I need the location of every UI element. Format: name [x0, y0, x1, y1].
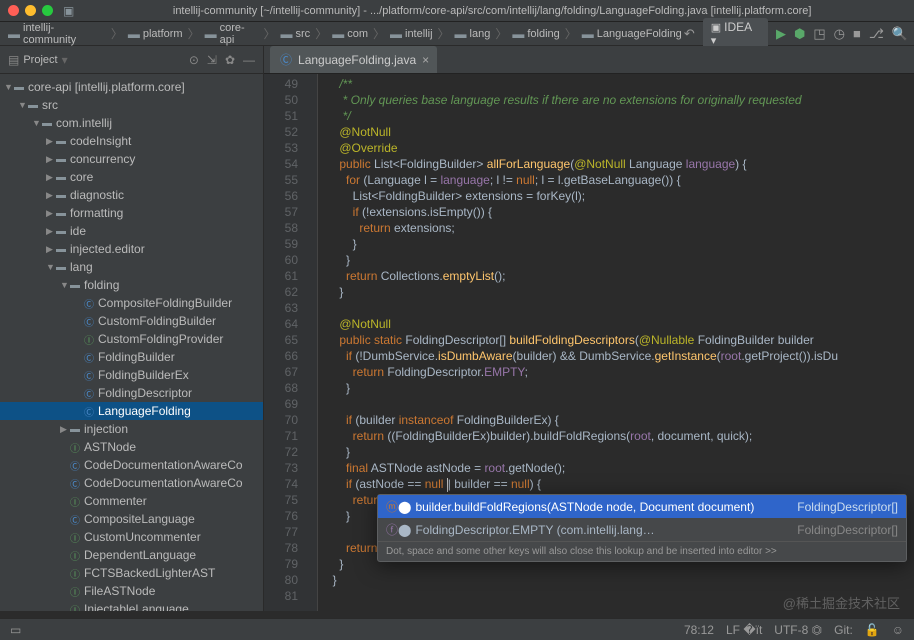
- breadcrumb-item[interactable]: ▬LanguageFolding: [580, 27, 684, 41]
- zoom-icon[interactable]: [42, 5, 53, 16]
- tree-row[interactable]: ⒸFoldingBuilderEx: [0, 366, 263, 384]
- tree-row[interactable]: ⒸCompositeLanguage: [0, 510, 263, 528]
- coverage-icon[interactable]: ◳: [813, 26, 825, 42]
- tree-row[interactable]: ⒾCommenter: [0, 492, 263, 510]
- editor-tabs: Ⓒ LanguageFolding.java ×: [264, 46, 914, 74]
- window-title: intellij-community [~/intellij-community…: [78, 5, 906, 17]
- tree-root[interactable]: ▼▬ core-api [intellij.platform.core]: [0, 78, 263, 96]
- tree-row[interactable]: ▶▬ide: [0, 222, 263, 240]
- minimize-icon[interactable]: [25, 5, 36, 16]
- vcs-icon[interactable]: ⎇: [869, 26, 884, 42]
- breadcrumb: ▬intellij-community〉▬platform〉▬core-api〉…: [0, 22, 914, 46]
- completion-item[interactable]: ⓕ ⬤ FoldingDescriptor.EMPTY (com.intelli…: [378, 518, 906, 541]
- tree-row[interactable]: ▶▬formatting: [0, 204, 263, 222]
- vcs-status[interactable]: Git:: [834, 623, 853, 637]
- tree-row[interactable]: ⒸCustomFoldingBuilder: [0, 312, 263, 330]
- project-label: Project: [23, 54, 57, 66]
- breadcrumb-item[interactable]: ▬intellij: [388, 27, 435, 41]
- tree-row[interactable]: ▶▬diagnostic: [0, 186, 263, 204]
- tree-row[interactable]: ▶▬codeInsight: [0, 132, 263, 150]
- tree-row[interactable]: ⒾDependentLanguage: [0, 546, 263, 564]
- tree-row[interactable]: ▼▬lang: [0, 258, 263, 276]
- hide-icon[interactable]: —: [243, 53, 255, 67]
- fold-gutter[interactable]: [304, 74, 318, 611]
- encoding[interactable]: UTF-8 ⏣: [774, 623, 822, 637]
- editor: Ⓒ LanguageFolding.java × 495051525354555…: [264, 46, 914, 611]
- breadcrumb-item[interactable]: ▬src: [279, 27, 313, 41]
- run-config-select[interactable]: ▣ IDEA ▾: [703, 18, 768, 49]
- line-gutter[interactable]: 4950515253545556575859606162636465666768…: [264, 74, 304, 611]
- caret-position[interactable]: 78:12: [684, 623, 714, 637]
- breadcrumb-item[interactable]: ▬platform: [126, 27, 185, 41]
- breadcrumb-item[interactable]: ▬com: [330, 27, 370, 41]
- tree-row[interactable]: ⒾFCTSBackedLighterAST: [0, 564, 263, 582]
- search-icon[interactable]: 🔍: [892, 26, 908, 42]
- settings-icon[interactable]: ✿: [225, 53, 235, 67]
- debug-icon[interactable]: ⬢: [794, 26, 805, 42]
- tree-row[interactable]: ▼▬com.intellij: [0, 114, 263, 132]
- tree-row[interactable]: ▶▬injection: [0, 420, 263, 438]
- project-tree[interactable]: ▼▬ core-api [intellij.platform.core] ▼▬s…: [0, 74, 263, 611]
- breadcrumb-item[interactable]: ▬core-api: [203, 22, 261, 46]
- tree-row[interactable]: ▶▬injected.editor: [0, 240, 263, 258]
- tab-label: LanguageFolding.java: [298, 53, 416, 67]
- tree-row[interactable]: ⒸFoldingBuilder: [0, 348, 263, 366]
- lock-icon[interactable]: 🔓: [865, 623, 880, 637]
- breadcrumb-item[interactable]: ▬lang: [453, 27, 493, 41]
- collapse-icon[interactable]: ⇲: [207, 53, 217, 67]
- tree-row[interactable]: ⒾCustomFoldingProvider: [0, 330, 263, 348]
- inspect-icon[interactable]: ☺: [892, 623, 904, 637]
- tree-row[interactable]: ▶▬core: [0, 168, 263, 186]
- project-header: ▤ Project ▾ ⊙ ⇲ ✿ —: [0, 46, 263, 74]
- tree-row[interactable]: ⒸCompositeFoldingBuilder: [0, 294, 263, 312]
- close-tab-icon[interactable]: ×: [422, 53, 429, 67]
- completion-item[interactable]: ⓜ ⬤ builder.buildFoldRegions(ASTNode nod…: [378, 495, 906, 518]
- completion-hint: Dot, space and some other keys will also…: [378, 541, 906, 561]
- tree-row[interactable]: ⒾFileASTNode: [0, 582, 263, 600]
- tree-row[interactable]: ▶▬concurrency: [0, 150, 263, 168]
- watermark: @稀土掘金技术社区: [783, 593, 900, 612]
- window-controls[interactable]: [8, 5, 53, 16]
- tree-row[interactable]: ⒸCodeDocumentationAwareCo: [0, 474, 263, 492]
- status-icon[interactable]: ▭: [10, 623, 21, 637]
- tree-row[interactable]: ⒸFoldingDescriptor: [0, 384, 263, 402]
- select-opened-icon[interactable]: ⊙: [189, 53, 199, 67]
- line-separator[interactable]: LF �ït: [726, 623, 762, 637]
- back-icon[interactable]: ↶: [684, 26, 695, 42]
- breadcrumb-item[interactable]: ▬folding: [510, 27, 561, 41]
- tree-row[interactable]: ▼▬src: [0, 96, 263, 114]
- statusbar: ▭ 78:12 LF �ït UTF-8 ⏣ Git: 🔓 ☺: [0, 618, 914, 640]
- breadcrumb-item[interactable]: ▬intellij-community: [6, 22, 108, 46]
- tree-row[interactable]: ⒾCustomUncommenter: [0, 528, 263, 546]
- project-sidebar: ▤ Project ▾ ⊙ ⇲ ✿ — ▼▬ core-api [intelli…: [0, 46, 264, 611]
- stop-icon[interactable]: ■: [853, 26, 861, 41]
- profile-icon[interactable]: ◷: [834, 26, 845, 42]
- tree-row[interactable]: ▼▬folding: [0, 276, 263, 294]
- tree-row[interactable]: ⒾASTNode: [0, 438, 263, 456]
- completion-popup[interactable]: ⓜ ⬤ builder.buildFoldRegions(ASTNode nod…: [377, 494, 907, 562]
- tree-row[interactable]: ⒾInjectableLanguage: [0, 600, 263, 611]
- tab-languagefolding[interactable]: Ⓒ LanguageFolding.java ×: [270, 46, 437, 73]
- tree-row[interactable]: ⒸLanguageFolding: [0, 402, 263, 420]
- tree-row[interactable]: ⒸCodeDocumentationAwareCo: [0, 456, 263, 474]
- close-icon[interactable]: [8, 5, 19, 16]
- run-icon[interactable]: ▶: [776, 26, 786, 42]
